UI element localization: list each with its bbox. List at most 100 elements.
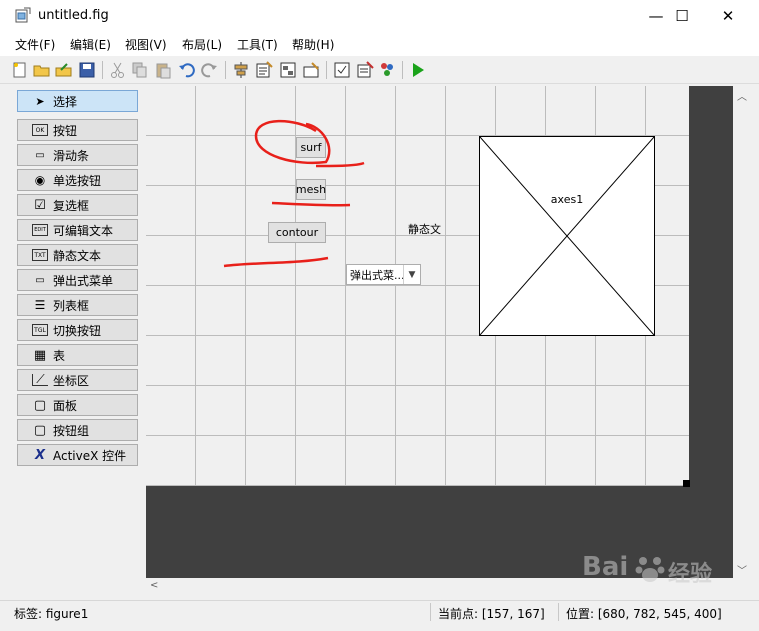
palette-panel[interactable]: ▢ 面板	[17, 394, 138, 416]
slider-icon: ▭	[35, 149, 45, 161]
editor-icon[interactable]	[333, 61, 351, 79]
palette-radio[interactable]: ◉ 单选按钮	[17, 169, 138, 191]
status-current-point: 当前点: [157, 167]	[438, 607, 545, 621]
button-label: surf	[300, 141, 322, 154]
run-icon[interactable]	[409, 61, 427, 79]
toolbar-separator	[225, 61, 226, 79]
copy-icon[interactable]	[131, 61, 149, 79]
palette-label: 复选框	[53, 198, 90, 213]
object-browser-icon[interactable]	[378, 61, 396, 79]
popup-menu[interactable]: 弹出式菜... ▼	[346, 264, 421, 285]
watermark-text: Bai	[582, 552, 629, 582]
palette-edit-text[interactable]: EDIT 可编辑文本	[17, 219, 138, 241]
palette-label: 可编辑文本	[53, 223, 114, 238]
align-icon[interactable]	[232, 61, 250, 79]
menu-file[interactable]: 文件(F)	[15, 36, 55, 53]
maximize-button[interactable]: ☐	[659, 0, 705, 32]
palette-label: 选择	[53, 94, 78, 109]
pointer-icon: ➤	[35, 94, 45, 108]
menu-view[interactable]: 视图(V)	[125, 36, 167, 53]
palette-label: ActiveX 控件	[53, 448, 127, 463]
property-inspector-icon[interactable]	[356, 61, 374, 79]
contour-button[interactable]: contour	[268, 222, 326, 243]
vertical-scrollbar[interactable]: ︿ ﹀	[733, 86, 750, 578]
menu-edit[interactable]: 编辑(E)	[70, 36, 111, 53]
button-label: mesh	[295, 183, 327, 196]
radio-icon: ◉	[34, 173, 46, 187]
scroll-up-icon[interactable]: ︿	[737, 88, 747, 103]
toolbar-editor-icon[interactable]	[302, 61, 320, 79]
palette-activex[interactable]: X ActiveX 控件	[17, 444, 138, 466]
component-palette: ➤ 选择 OK 按钮 ▭ 滑动条 ◉ 单选按钮 ☑ 复选框 EDIT 可编辑文本 TXT 静态…	[0, 84, 146, 600]
surf-button[interactable]: surf	[296, 137, 326, 158]
save-icon[interactable]	[78, 61, 96, 79]
toolbar	[0, 56, 759, 84]
maximize-icon: ☐	[675, 7, 689, 25]
tab-order-icon[interactable]	[279, 61, 297, 79]
palette-label: 弹出式菜单	[53, 273, 114, 288]
button-label: contour	[275, 226, 319, 239]
axes-icon: ⟋	[32, 372, 48, 386]
palette-slider[interactable]: ▭ 滑动条	[17, 144, 138, 166]
toolbar-separator	[326, 61, 327, 79]
menu-bar: 文件(F) 编辑(E) 视图(V) 布局(L) 工具(T) 帮助(H)	[0, 32, 759, 56]
paw-icon	[635, 557, 665, 582]
popup-value: 弹出式菜...	[350, 268, 405, 282]
palette-popup-menu[interactable]: ▭ 弹出式菜单	[17, 269, 138, 291]
palette-select[interactable]: ➤ 选择	[17, 90, 138, 112]
toolbar-separator	[402, 61, 403, 79]
palette-label: 坐标区	[53, 373, 90, 388]
status-divider	[558, 603, 559, 621]
status-divider	[430, 603, 431, 621]
redo-icon[interactable]	[200, 61, 218, 79]
window-title: untitled.fig	[38, 8, 109, 23]
palette-checkbox[interactable]: ☑ 复选框	[17, 194, 138, 216]
watermark-text-2: 经验	[668, 562, 713, 587]
palette-label: 按钮	[53, 123, 78, 138]
status-position: 位置: [680, 782, 545, 400]	[566, 607, 722, 621]
activex-icon: X	[34, 447, 46, 463]
palette-label: 滑动条	[53, 148, 90, 163]
palette-label: 切换按钮	[53, 323, 102, 338]
figure-canvas[interactable]: surf mesh contour 静态文 弹出式菜... ▼ axes1	[146, 86, 690, 487]
menu-tools[interactable]: 工具(T)	[237, 36, 278, 53]
button-group-icon: ▢	[33, 422, 47, 438]
edit-text-icon: EDIT	[32, 224, 48, 236]
scrollbar-corner	[733, 578, 750, 595]
axes1[interactable]: axes1	[479, 136, 655, 336]
undo-icon[interactable]	[178, 61, 196, 79]
palette-table[interactable]: ▦ 表	[17, 344, 138, 366]
import-icon[interactable]	[55, 61, 73, 79]
close-icon: ✕	[721, 7, 735, 25]
palette-toggle-button[interactable]: TGL 切换按钮	[17, 319, 138, 341]
menu-help[interactable]: 帮助(H)	[292, 36, 334, 53]
palette-listbox[interactable]: ☰ 列表框	[17, 294, 138, 316]
cut-icon[interactable]	[109, 61, 127, 79]
palette-axes[interactable]: ⟋ 坐标区	[17, 369, 138, 391]
mesh-button[interactable]: mesh	[296, 179, 326, 200]
static-text[interactable]: 静态文	[408, 221, 441, 237]
menu-editor-icon[interactable]	[255, 61, 273, 79]
close-button[interactable]: ✕	[705, 0, 751, 32]
palette-label: 表	[53, 348, 66, 363]
paste-icon[interactable]	[154, 61, 172, 79]
chevron-down-icon: ▼	[403, 265, 420, 284]
axes-label: axes1	[550, 193, 584, 206]
palette-label: 面板	[53, 398, 78, 413]
palette-button-group[interactable]: ▢ 按钮组	[17, 419, 138, 441]
palette-label: 列表框	[53, 298, 90, 313]
open-folder-icon[interactable]	[33, 61, 51, 79]
palette-label: 单选按钮	[53, 173, 102, 188]
popup-menu-icon: ▭	[35, 274, 45, 286]
scroll-down-icon[interactable]: ﹀	[737, 562, 747, 577]
new-file-icon[interactable]	[11, 61, 29, 79]
resize-handle[interactable]	[683, 480, 690, 487]
palette-pushbutton[interactable]: OK 按钮	[17, 119, 138, 141]
palette-label: 按钮组	[53, 423, 90, 438]
palette-static-text[interactable]: TXT 静态文本	[17, 244, 138, 266]
checkbox-icon: ☑	[34, 197, 46, 213]
scroll-left-icon[interactable]: <	[150, 580, 158, 591]
baidu-watermark-logo: Bai 经验	[582, 548, 732, 588]
menu-layout[interactable]: 布局(L)	[182, 36, 222, 53]
toolbar-separator	[102, 61, 103, 79]
